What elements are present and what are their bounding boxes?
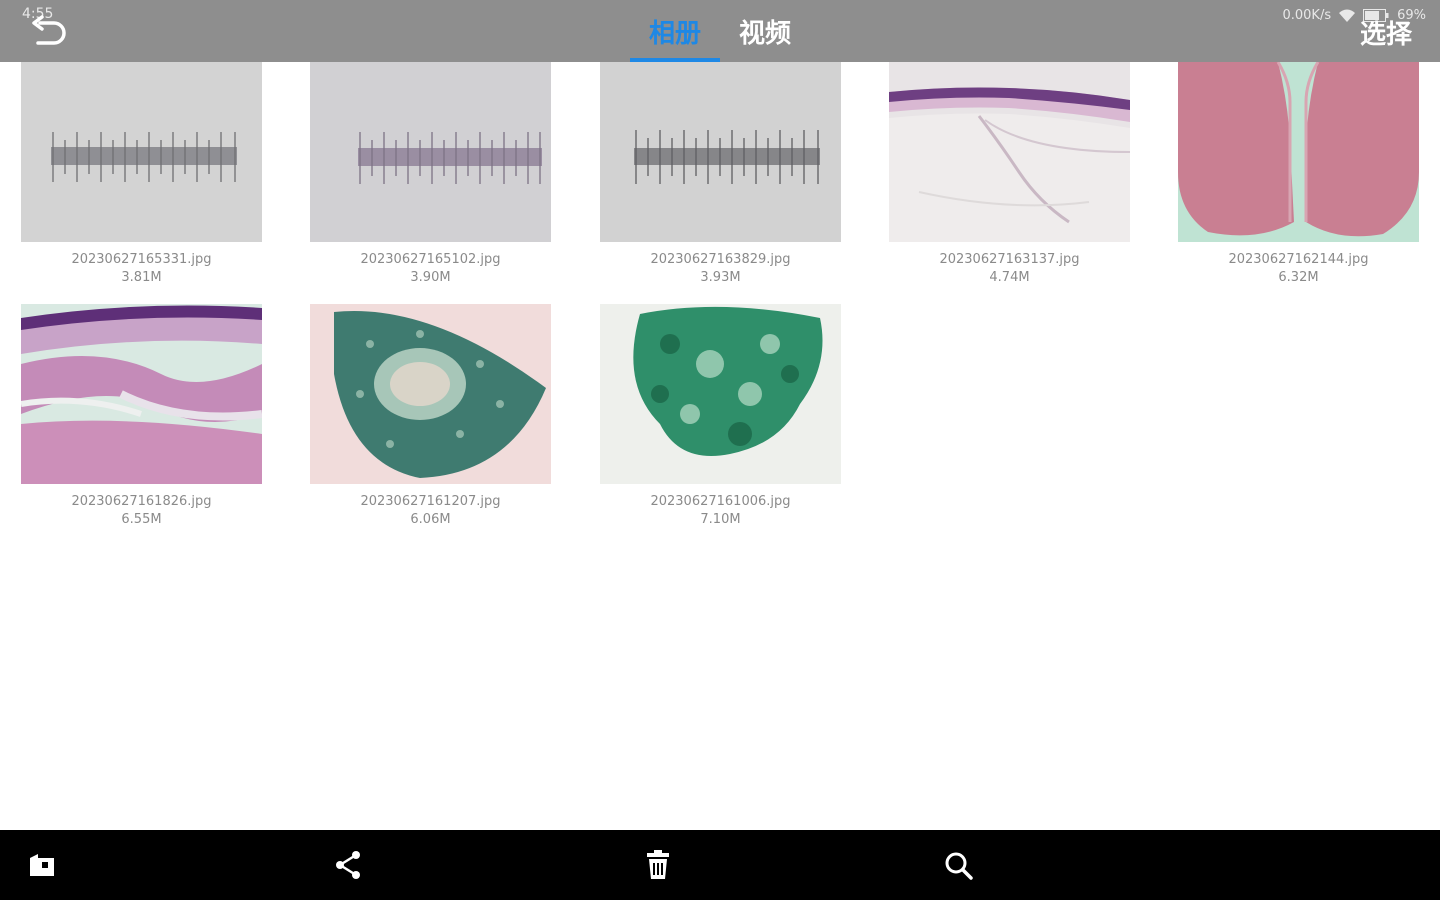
thumbnail-image: [310, 304, 551, 484]
file-size: 6.55M: [121, 512, 162, 527]
top-app-bar: 4:55 相册 视频 0.00K/s 69% 选择: [0, 0, 1440, 62]
share-button[interactable]: [330, 847, 366, 883]
back-arrow-icon: [32, 15, 66, 45]
file-caption: 20230627165331.jpg 3.81M: [21, 251, 262, 287]
search-button[interactable]: [940, 847, 976, 883]
file-caption: 20230627161207.jpg 6.06M: [310, 493, 551, 529]
file-caption: 20230627162144.jpg 6.32M: [1178, 251, 1419, 287]
file-name: 20230627161826.jpg: [71, 494, 212, 509]
file-name: 20230627165102.jpg: [360, 252, 501, 267]
folder-icon: [30, 854, 54, 876]
file-caption: 20230627161006.jpg 7.10M: [600, 493, 841, 529]
bottom-toolbar: [0, 830, 1440, 900]
gallery-item[interactable]: 20230627163137.jpg 4.74M: [889, 62, 1130, 287]
file-size: 7.10M: [700, 512, 741, 527]
gallery-item[interactable]: 20230627161207.jpg 6.06M: [310, 304, 551, 529]
thumbnail-image: [600, 62, 841, 242]
file-name: 20230627163829.jpg: [650, 252, 791, 267]
file-caption: 20230627163137.jpg 4.74M: [889, 251, 1130, 287]
gallery-item[interactable]: 20230627165331.jpg 3.81M: [21, 62, 262, 287]
file-caption: 20230627161826.jpg 6.55M: [21, 493, 262, 529]
wifi-icon: [1339, 9, 1356, 22]
gallery-item[interactable]: 20230627163829.jpg 3.93M: [600, 62, 841, 287]
thumbnail-image: [21, 62, 262, 242]
thumbnail-image: [889, 62, 1130, 242]
thumbnail-image: [1178, 62, 1419, 242]
tab-video[interactable]: 视频: [720, 0, 810, 62]
file-size: 6.32M: [1278, 270, 1319, 285]
tab-album[interactable]: 相册: [630, 0, 720, 62]
gallery-item[interactable]: 20230627165102.jpg 3.90M: [310, 62, 551, 287]
thumbnail-image: [21, 304, 262, 484]
share-icon: [336, 851, 360, 879]
tab-bar: 相册 视频: [630, 0, 810, 62]
select-button[interactable]: 选择: [1360, 14, 1412, 51]
network-speed: 0.00K/s: [1282, 8, 1332, 23]
gallery-item[interactable]: 20230627161826.jpg 6.55M: [21, 304, 262, 529]
file-name: 20230627163137.jpg: [939, 252, 1080, 267]
file-size: 4.74M: [989, 270, 1030, 285]
gallery-item[interactable]: 20230627161006.jpg 7.10M: [600, 304, 841, 529]
file-size: 3.93M: [700, 270, 741, 285]
thumbnail-image: [310, 62, 551, 242]
trash-icon: [647, 850, 669, 879]
back-button[interactable]: [26, 14, 74, 52]
file-name: 20230627162144.jpg: [1228, 252, 1369, 267]
thumbnail-image: [600, 304, 841, 484]
folder-button[interactable]: [24, 847, 60, 883]
file-size: 6.06M: [410, 512, 451, 527]
file-name: 20230627161207.jpg: [360, 494, 501, 509]
file-caption: 20230627163829.jpg 3.93M: [600, 251, 841, 287]
file-size: 3.81M: [121, 270, 162, 285]
file-name: 20230627161006.jpg: [650, 494, 791, 509]
delete-button[interactable]: [640, 847, 676, 883]
file-caption: 20230627165102.jpg 3.90M: [310, 251, 551, 287]
file-size: 3.90M: [410, 270, 451, 285]
file-name: 20230627165331.jpg: [71, 252, 212, 267]
gallery-item[interactable]: 20230627162144.jpg 6.32M: [1178, 62, 1419, 287]
search-icon: [945, 852, 973, 880]
